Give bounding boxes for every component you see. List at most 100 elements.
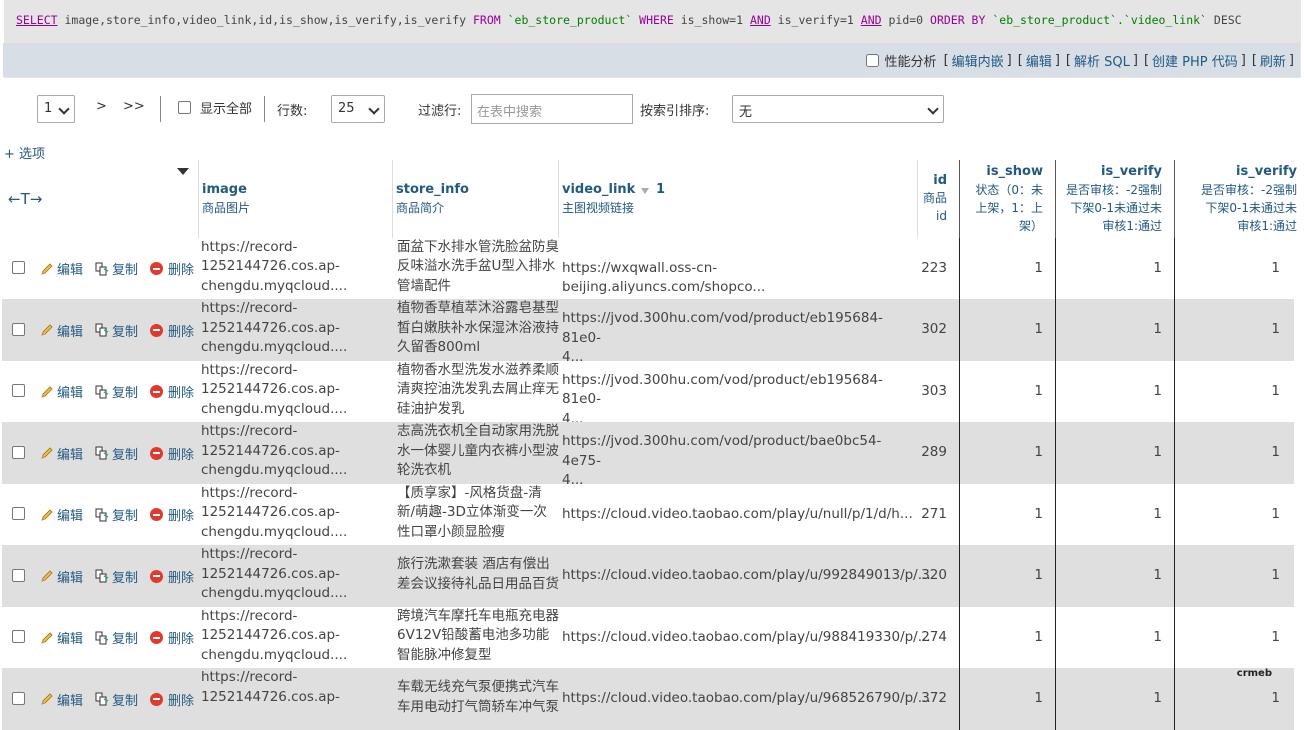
is-verify-cell[interactable]: 1 — [1175, 689, 1280, 709]
edit-link[interactable]: 编辑 — [1026, 51, 1052, 70]
image-cell[interactable]: https://record- 1252144726.cos.ap-chengdu… — [201, 545, 391, 604]
column-name[interactable]: is_verify — [1236, 164, 1297, 179]
sort-by-index-select[interactable]: 无 — [732, 95, 944, 123]
video-link-cell[interactable]: https://jvod.300hu.com/vod/product/bae0b… — [562, 432, 917, 491]
edit-button[interactable]: 编辑 — [40, 259, 83, 278]
column-name[interactable]: is_show — [986, 164, 1043, 179]
image-cell[interactable]: https://record- 1252144726.cos.ap-chengdu… — [201, 607, 391, 666]
column-resize-arrows[interactable]: ←T→ — [8, 190, 42, 208]
edit-button[interactable]: 编辑 — [40, 444, 83, 463]
id-cell[interactable]: 303 — [918, 382, 947, 402]
is-verify-cell[interactable]: 1 — [1175, 382, 1280, 402]
copy-button[interactable]: 复制 — [95, 444, 138, 463]
is-show-cell[interactable]: 1 — [960, 566, 1043, 586]
image-cell[interactable]: https://record- 1252144726.cos.ap-chengdu… — [201, 299, 391, 358]
is-verify-cell[interactable]: 1 — [1056, 320, 1162, 340]
page-select[interactable]: 1 — [37, 95, 75, 123]
id-cell[interactable]: 223 — [918, 259, 947, 279]
store-info-cell[interactable]: 植物香水型洗发水滋养柔顺 清爽控油洗发乳去屑止痒无 硅油护发乳 — [397, 361, 559, 420]
copy-button[interactable]: 复制 — [95, 628, 138, 647]
table-row[interactable]: 编辑 复制 删除 https://record- 1252144726.cos.ap- 车… — [2, 668, 1294, 730]
image-cell[interactable]: https://record- 1252144726.cos.ap-chengdu… — [201, 422, 391, 481]
edit-button[interactable]: 编辑 — [40, 628, 83, 647]
copy-button[interactable]: 复制 — [95, 382, 138, 401]
image-cell[interactable]: https://record- 1252144726.cos.ap-chengdu… — [201, 238, 391, 297]
row-checkbox[interactable] — [12, 691, 25, 705]
is-show-cell[interactable]: 1 — [960, 443, 1043, 463]
table-row[interactable]: 编辑 复制 删除 https://record- 1252144726.cos.ap-c… — [2, 299, 1294, 365]
header-image[interactable]: image 商品图片 — [199, 160, 392, 238]
store-info-cell[interactable]: 【质享家】-风格货盘-清 新/萌趣-3D立体渐变一次 性口罩小颜显脸瘦 — [397, 484, 559, 543]
explain-sql-link[interactable]: 解析 SQL — [1074, 51, 1130, 70]
header-video-link[interactable]: video_link 1 主图视频链接 — [559, 160, 917, 238]
column-name[interactable]: id — [933, 173, 947, 188]
video-link-cell[interactable]: https://wxqwall.oss-cn-beijing.aliyuncs.… — [562, 259, 917, 298]
header-is-verify-2[interactable]: is_verify 是否审核：-2强制 下架0-1未通过未 审核1:通过 — [1175, 160, 1297, 238]
filter-search-input[interactable]: 在表中搜索 — [471, 94, 633, 124]
table-row[interactable]: 编辑 复制 删除 https://record- 1252144726.cos.ap-c… — [2, 422, 1294, 488]
is-verify-cell[interactable]: 1 — [1056, 505, 1162, 525]
is-verify-cell[interactable]: 1 — [1175, 259, 1280, 279]
rows-select[interactable]: 25 — [331, 95, 385, 123]
is-verify-cell[interactable]: 1 — [1175, 320, 1280, 340]
image-cell[interactable]: https://record- 1252144726.cos.ap-chengdu… — [201, 361, 391, 420]
header-id[interactable]: id 商品 id — [918, 160, 959, 238]
delete-button[interactable]: 删除 — [150, 567, 194, 586]
is-show-cell[interactable]: 1 — [960, 320, 1043, 340]
delete-button[interactable]: 删除 — [150, 690, 194, 709]
store-info-cell[interactable]: 跨境汽车摩托车电瓶充电器 6V12V铅酸蓄电池多功能 智能脉冲修复型 — [397, 607, 559, 666]
copy-button[interactable]: 复制 — [95, 321, 138, 340]
delete-button[interactable]: 删除 — [150, 505, 194, 524]
is-show-cell[interactable]: 1 — [960, 505, 1043, 525]
show-all-checkbox[interactable] — [178, 101, 191, 114]
edit-button[interactable]: 编辑 — [40, 567, 83, 586]
id-cell[interactable]: 274 — [918, 628, 947, 648]
row-checkbox[interactable] — [12, 507, 25, 521]
id-cell[interactable]: 289 — [918, 443, 947, 463]
edit-button[interactable]: 编辑 — [40, 321, 83, 340]
store-info-cell[interactable]: 志高洗衣机全自动家用洗脱 水一体婴儿童内衣裤小型波 轮洗衣机 — [397, 422, 559, 481]
copy-button[interactable]: 复制 — [95, 690, 138, 709]
store-info-cell[interactable]: 植物香草植萃沐浴露皂基型 皙白嫩肤补水保湿沐浴液持 久留香800ml — [397, 299, 559, 358]
edit-inline-link[interactable]: 编辑内嵌 — [952, 51, 1004, 70]
copy-button[interactable]: 复制 — [95, 567, 138, 586]
is-verify-cell[interactable]: 1 — [1056, 382, 1162, 402]
row-checkbox[interactable] — [12, 445, 25, 459]
sort-triangle-icon[interactable] — [177, 168, 189, 175]
row-checkbox[interactable] — [12, 630, 25, 644]
store-info-cell[interactable]: 旅行洗漱套装 酒店有偿出 差会议接待礼品日用品百货 — [397, 545, 559, 594]
is-verify-cell[interactable]: 1 — [1175, 566, 1280, 586]
copy-button[interactable]: 复制 — [95, 259, 138, 278]
store-info-cell[interactable]: 面盆下水排水管洗脸盆防臭 反味溢水洗手盆U型入排水 管墙配件 — [397, 238, 559, 297]
video-link-cell[interactable]: https://jvod.300hu.com/vod/product/eb195… — [562, 371, 917, 430]
row-checkbox[interactable] — [12, 568, 25, 582]
delete-button[interactable]: 删除 — [150, 382, 194, 401]
video-link-cell[interactable]: https://cloud.video.taobao.com/play/u/98… — [562, 628, 931, 648]
delete-button[interactable]: 删除 — [150, 444, 194, 463]
header-is-show[interactable]: is_show 状态（0：未 上架，1：上 架） — [960, 160, 1055, 238]
is-verify-cell[interactable]: 1 — [1056, 259, 1162, 279]
header-is-verify[interactable]: is_verify 是否审核：-2强制 下架0-1未通过未 审核1:通过 — [1056, 160, 1174, 238]
is-verify-cell[interactable]: 1 — [1175, 505, 1280, 525]
delete-button[interactable]: 删除 — [150, 321, 194, 340]
row-checkbox[interactable] — [12, 322, 25, 336]
column-name[interactable]: is_verify — [1101, 164, 1162, 179]
header-store-info[interactable]: store_info 商品简介 — [393, 160, 558, 238]
column-name[interactable]: store_info — [396, 182, 469, 197]
edit-button[interactable]: 编辑 — [40, 690, 83, 709]
delete-button[interactable]: 删除 — [150, 628, 194, 647]
video-link-cell[interactable]: https://cloud.video.taobao.com/play/u/96… — [562, 689, 931, 709]
is-show-cell[interactable]: 1 — [960, 689, 1043, 709]
table-row[interactable]: 编辑 复制 删除 https://record- 1252144726.cos.ap-c… — [2, 606, 1294, 668]
row-checkbox[interactable] — [12, 261, 25, 275]
table-row[interactable]: 编辑 复制 删除 https://record- 1252144726.cos.ap-c… — [2, 545, 1294, 607]
is-show-cell[interactable]: 1 — [960, 382, 1043, 402]
profiling-checkbox[interactable] — [865, 53, 879, 67]
edit-button[interactable]: 编辑 — [40, 505, 83, 524]
delete-button[interactable]: 删除 — [150, 259, 194, 278]
is-show-cell[interactable]: 1 — [960, 628, 1043, 648]
copy-button[interactable]: 复制 — [95, 505, 138, 524]
store-info-cell[interactable]: 车载无线充气泵便携式汽车 车用电动打气筒轿车冲气泵 — [397, 668, 559, 717]
is-verify-cell[interactable]: 1 — [1056, 689, 1162, 709]
id-cell[interactable]: 302 — [918, 320, 947, 340]
